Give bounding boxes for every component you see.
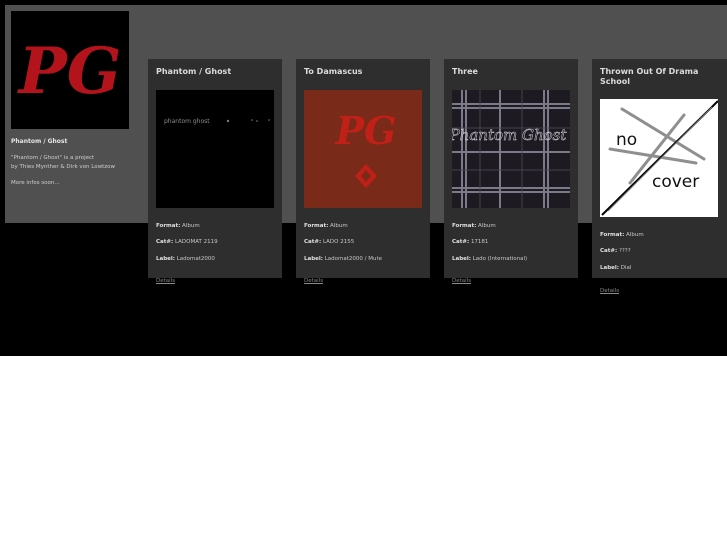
album-cover-text: no — [616, 130, 637, 150]
release-cat: Cat#: ???? — [600, 248, 631, 254]
release-title: To Damascus — [304, 67, 363, 76]
release-label: Label: Ladomat2000 — [156, 256, 215, 262]
artist-name: Phantom / Ghost — [11, 138, 68, 145]
release-format-value: Album — [182, 223, 200, 229]
artist-logo-text: PG — [17, 34, 122, 109]
release-format-value: Album — [478, 223, 496, 229]
release-cat-value: 17181 — [470, 239, 489, 245]
release-label-value: Lado (International) — [472, 256, 528, 262]
album-cover[interactable]: phantom ghost — [156, 90, 274, 208]
release-cat: Cat#: LADOMAT 2119 — [156, 239, 218, 245]
album-cover-text: phantom ghost — [164, 118, 210, 125]
details-link[interactable]: Details — [304, 278, 323, 284]
album-cover[interactable]: Phantom Ghost — [452, 90, 570, 208]
release-cat: Cat#: LADO 2155 — [304, 239, 355, 245]
album-cover-text: PG — [334, 108, 396, 153]
album-cover-text: Phantom Ghost — [452, 126, 567, 144]
release-card: Three Phantom Ghost Format: Album Cat#: … — [444, 59, 578, 284]
release-title: Phantom / Ghost — [156, 67, 232, 76]
artist-more-info: More infos soon... — [11, 180, 60, 186]
artist-logo: PG — [11, 11, 129, 129]
release-label: Label: Lado (International) — [452, 256, 528, 262]
details-link[interactable]: Details — [452, 278, 471, 284]
release-label-value: Dial — [620, 265, 632, 271]
release-format: Format: Album — [304, 223, 348, 229]
album-cover[interactable]: PG — [304, 90, 422, 208]
release-format-value: Album — [330, 223, 348, 229]
album-cover-text: cover — [652, 172, 699, 192]
release-format: Format: Album — [600, 232, 644, 238]
release-format: Format: Album — [156, 223, 200, 229]
release-label-value: Ladomat2000 — [176, 256, 215, 262]
release-title: Three — [452, 67, 478, 76]
release-label: Label: Dial — [600, 265, 632, 271]
release-label-value: Ladomat2000 / Mute — [324, 256, 383, 262]
release-card: To Damascus PG Format: Album Cat#: LADO … — [296, 59, 430, 284]
album-cover[interactable]: no cover — [600, 99, 718, 217]
release-label: Label: Ladomat2000 / Mute — [304, 256, 383, 262]
release-title: Thrown Out Of Drama School — [600, 67, 699, 86]
artist-description-line-2: by Thies Mynther & Dirk von Lowtzow — [11, 163, 115, 170]
artist-description-line-1: "Phantom / Ghost" is a project — [11, 155, 95, 161]
artist-description: "Phantom / Ghost" is a project by Thies … — [11, 154, 141, 171]
details-link[interactable]: Details — [600, 288, 619, 294]
release-card: Thrown Out Of Drama School no cover Form… — [592, 59, 727, 294]
release-format-value: Album — [626, 232, 644, 238]
release-cat-value: LADO 2155 — [322, 239, 355, 245]
release-cat-value: LADOMAT 2119 — [174, 239, 218, 245]
details-link[interactable]: Details — [156, 278, 175, 284]
release-card: Phantom / Ghost phantom ghost Format: Al… — [148, 59, 282, 284]
release-format: Format: Album — [452, 223, 496, 229]
release-cat-value: ???? — [618, 248, 631, 254]
release-cat: Cat#: 17181 — [452, 239, 489, 245]
